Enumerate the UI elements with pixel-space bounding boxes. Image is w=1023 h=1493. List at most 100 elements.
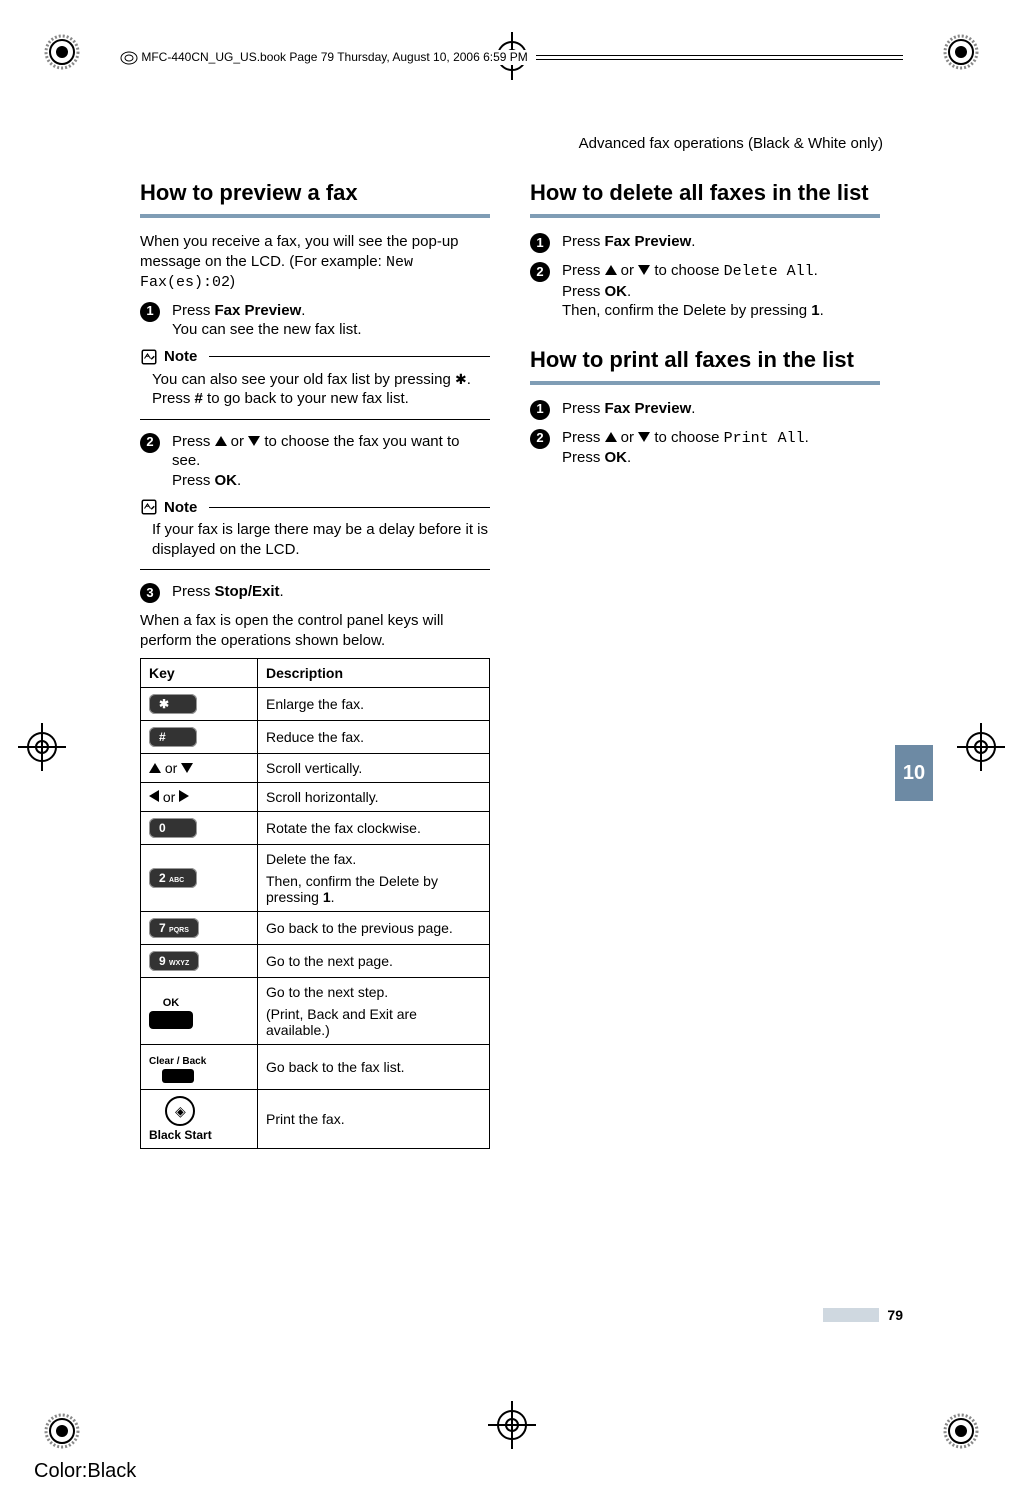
page-number-bar — [823, 1308, 879, 1322]
step2-or: or — [227, 433, 249, 450]
note-divider — [209, 356, 490, 357]
r1s1-text-a: Press — [562, 233, 605, 250]
right2-step-2: 2 Press or to choose Print All. Press OK… — [530, 428, 880, 468]
step1-text-b: . — [301, 302, 305, 319]
title-underline — [530, 381, 880, 385]
note2-body: If your fax is large there may be a dela… — [140, 520, 490, 559]
note-2: Note If your fax is large there may be a… — [140, 498, 490, 570]
up-arrow-icon — [149, 763, 161, 773]
section-header: Advanced fax operations (Black & White o… — [579, 135, 883, 152]
table-desc-b: (Print, Back and Exit are available.) — [266, 1006, 481, 1038]
step2-line2-b: . — [237, 472, 241, 489]
table-head-key: Key — [141, 659, 258, 688]
r1s2-or: or — [617, 262, 639, 279]
keypad-2-label: 2 — [159, 871, 166, 885]
table-row: 7 PQRS Go back to the previous page. — [141, 912, 490, 945]
intro-text-b: ) — [230, 273, 235, 290]
left-step-3: 3 Press Stop/Exit. — [140, 582, 490, 603]
ok-button-shape — [149, 1011, 193, 1029]
r1s2-line3-a: Then, confirm the Delete by pressing — [562, 302, 811, 319]
table-desc: Reduce the fax. — [258, 721, 490, 754]
r1s2-mono: Delete All — [724, 263, 814, 280]
registration-mark-right — [957, 723, 1005, 771]
step-number-1-icon: 1 — [530, 233, 550, 253]
page-number: 79 — [887, 1307, 903, 1323]
step1-line2: You can see the new fax list. — [172, 321, 362, 338]
r2s1-text-b: . — [691, 400, 695, 417]
black-start-key-icon: ◈ Black Start — [149, 1096, 212, 1142]
step2-text-a: Press — [172, 433, 215, 450]
left-step-2: 2 Press or to choose the fax you want to… — [140, 432, 490, 491]
keypad-2-icon: 2 ABC — [149, 868, 197, 888]
table-desc: Go to the next step. (Print, Back and Ex… — [258, 978, 490, 1045]
r2s2-or: or — [617, 429, 639, 446]
r2s2-line2-a: Press — [562, 449, 605, 466]
r1s1-bold: Fax Preview — [605, 233, 692, 250]
step1-text-a: Press — [172, 302, 215, 319]
step3-bold: Stop/Exit — [215, 583, 280, 600]
table-row: 0 Rotate the fax clockwise. — [141, 812, 490, 845]
step2-line2-bold: OK — [215, 472, 238, 489]
table-desc-a: Go to the next step. — [266, 984, 481, 1000]
crop-mark-top-right — [943, 34, 979, 70]
r2s2-text-a: Press — [562, 429, 605, 446]
left-title: How to preview a fax — [140, 180, 490, 206]
r2s2-line2-b: . — [627, 449, 631, 466]
note-icon — [140, 498, 158, 516]
table-row: or Scroll vertically. — [141, 754, 490, 783]
registration-mark-left — [18, 723, 66, 771]
title-underline — [530, 214, 880, 218]
step3-text-a: Press — [172, 583, 215, 600]
table-row: or Scroll horizontally. — [141, 783, 490, 812]
black-start-circle-icon: ◈ — [165, 1096, 195, 1126]
keypad-hash-icon: # — [149, 727, 197, 747]
r2s2-text-b: to choose — [650, 429, 723, 446]
keypad-7-icon: 7 PQRS — [149, 918, 199, 938]
crop-mark-top-left — [44, 34, 80, 70]
table-head-desc: Description — [258, 659, 490, 688]
up-arrow-icon — [215, 436, 227, 446]
keypad-9-label: 9 — [159, 954, 166, 968]
table-row: Clear / Back Go back to the fax list. — [141, 1045, 490, 1090]
r1s2-line2-b: . — [627, 283, 631, 300]
key-table: Key Description ✱ Enlarge the fax. # Red… — [140, 658, 490, 1149]
r1s2-text-c: . — [814, 262, 818, 279]
keypad-star-icon: ✱ — [149, 694, 197, 714]
note2-label: Note — [164, 499, 197, 516]
page-number-wrap: 79 — [823, 1307, 903, 1323]
step-number-2-icon: 2 — [530, 429, 550, 449]
right2-step-1: 1 Press Fax Preview. — [530, 399, 880, 420]
table-desc-a: Delete the fax. — [266, 851, 481, 867]
keypad-2-sub: ABC — [169, 877, 184, 884]
table-row: # Reduce the fax. — [141, 721, 490, 754]
right1-step-1: 1 Press Fax Preview. — [530, 232, 880, 253]
table-desc: Rotate the fax clockwise. — [258, 812, 490, 845]
r2s2-text-c: . — [805, 429, 809, 446]
below-table-para: When a fax is open the control panel key… — [140, 611, 490, 650]
table-row: 9 WXYZ Go to the next page. — [141, 945, 490, 978]
r2s2-mono: Print All — [724, 430, 805, 447]
table-row: OK Go to the next step. (Print, Back and… — [141, 978, 490, 1045]
step-number-3-icon: 3 — [140, 583, 160, 603]
note1-label: Note — [164, 348, 197, 365]
table-desc: Delete the fax. Then, confirm the Delete… — [258, 845, 490, 912]
keypad-0-icon: 0 — [149, 818, 197, 838]
table-desc: Scroll vertically. — [258, 754, 490, 783]
left-arrow-icon — [149, 790, 159, 802]
up-arrow-icon — [605, 432, 617, 442]
r2s1-bold: Fax Preview — [605, 400, 692, 417]
note1-text-a: You can also see your old fax list by pr… — [152, 371, 455, 388]
step3-text-b: . — [280, 583, 284, 600]
r2s2-line2-bold: OK — [605, 449, 628, 466]
clear-back-label: Clear / Back — [149, 1056, 206, 1067]
note-1: Note You can also see your old fax list … — [140, 348, 490, 420]
r1s2-text-a: Press — [562, 262, 605, 279]
table-row: 2 ABC Delete the fax. Then, confirm the … — [141, 845, 490, 912]
step-number-2-icon: 2 — [530, 262, 550, 282]
step1-bold: Fax Preview — [215, 302, 302, 319]
black-start-label: Black Start — [149, 1128, 212, 1142]
step-number-1-icon: 1 — [530, 400, 550, 420]
up-arrow-icon — [605, 265, 617, 275]
keypad-9-sub: WXYZ — [169, 960, 189, 967]
down-arrow-icon — [638, 265, 650, 275]
